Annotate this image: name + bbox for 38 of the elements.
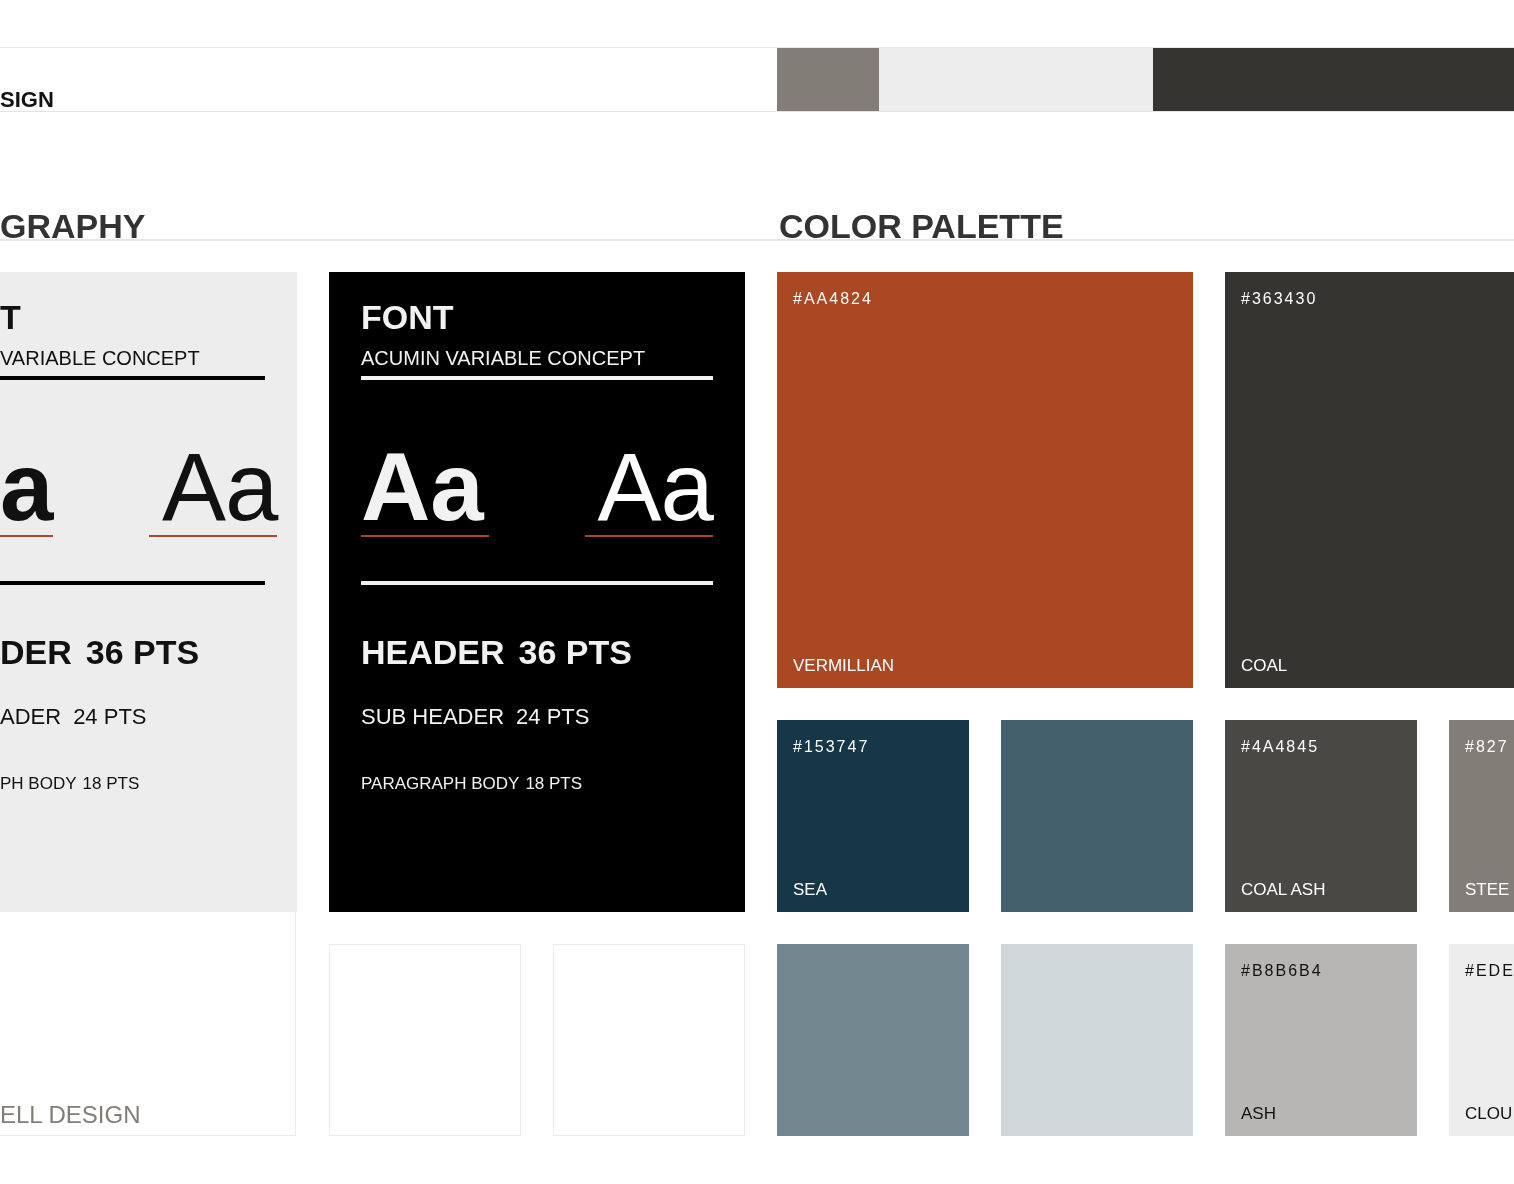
color-name-label: COAL xyxy=(1241,656,1289,676)
color-name-label: STEE xyxy=(1465,880,1511,900)
color-name-label: CLOU xyxy=(1465,1104,1514,1124)
light-sample: Aa xyxy=(149,440,278,537)
light-sample: Aa xyxy=(585,440,713,537)
hex-code-label: #B8B6B4 xyxy=(1241,962,1324,980)
hex-code-label: #827 xyxy=(1465,738,1510,756)
sub-header-label: ADER xyxy=(0,704,62,730)
paragraph-size: 18 PTS xyxy=(525,774,583,794)
sub-header-size: 24 PTS xyxy=(73,704,147,730)
bold-sample: a xyxy=(0,440,54,537)
color-name-label: ASH xyxy=(1241,1104,1277,1124)
font-name: ACUMIN VARIABLE CONCEPT xyxy=(361,346,647,370)
color-name-label: COAL ASH xyxy=(1241,880,1327,900)
section-title: SIGN xyxy=(0,89,54,111)
color-name-label: SEA xyxy=(793,880,829,900)
sub-header-size: 24 PTS xyxy=(516,704,590,730)
footer-label: ELL DESIGN xyxy=(0,1101,141,1129)
hex-code-label: #AA4824 xyxy=(793,290,874,308)
bold-sample: Aa xyxy=(361,440,489,537)
hex-code-label: #153747 xyxy=(793,738,871,756)
sub-header-label: SUB HEADER xyxy=(361,704,505,730)
color-name-label: VERMILLIAN xyxy=(793,656,896,676)
hex-code-label: #4A4845 xyxy=(1241,738,1321,756)
paragraph-size: 18 PTS xyxy=(82,774,140,794)
card-title: T xyxy=(0,298,22,336)
hex-code-label: #EDE xyxy=(1465,962,1514,980)
font-name: VARIABLE CONCEPT xyxy=(0,346,201,370)
section-heading: COLOR PALETTE xyxy=(779,209,1064,243)
header-size: 36 PTS xyxy=(85,633,200,672)
header-size: 36 PTS xyxy=(518,633,632,672)
section-heading: GRAPHY xyxy=(0,209,147,243)
card-title: FONT xyxy=(361,298,455,336)
header-label: HEADER xyxy=(361,633,505,672)
paragraph-label: PARAGRAPH BODY xyxy=(361,774,520,794)
hex-code-label: #363430 xyxy=(1241,290,1319,308)
header-label: DER xyxy=(0,633,72,672)
paragraph-label: PH BODY xyxy=(0,774,77,794)
